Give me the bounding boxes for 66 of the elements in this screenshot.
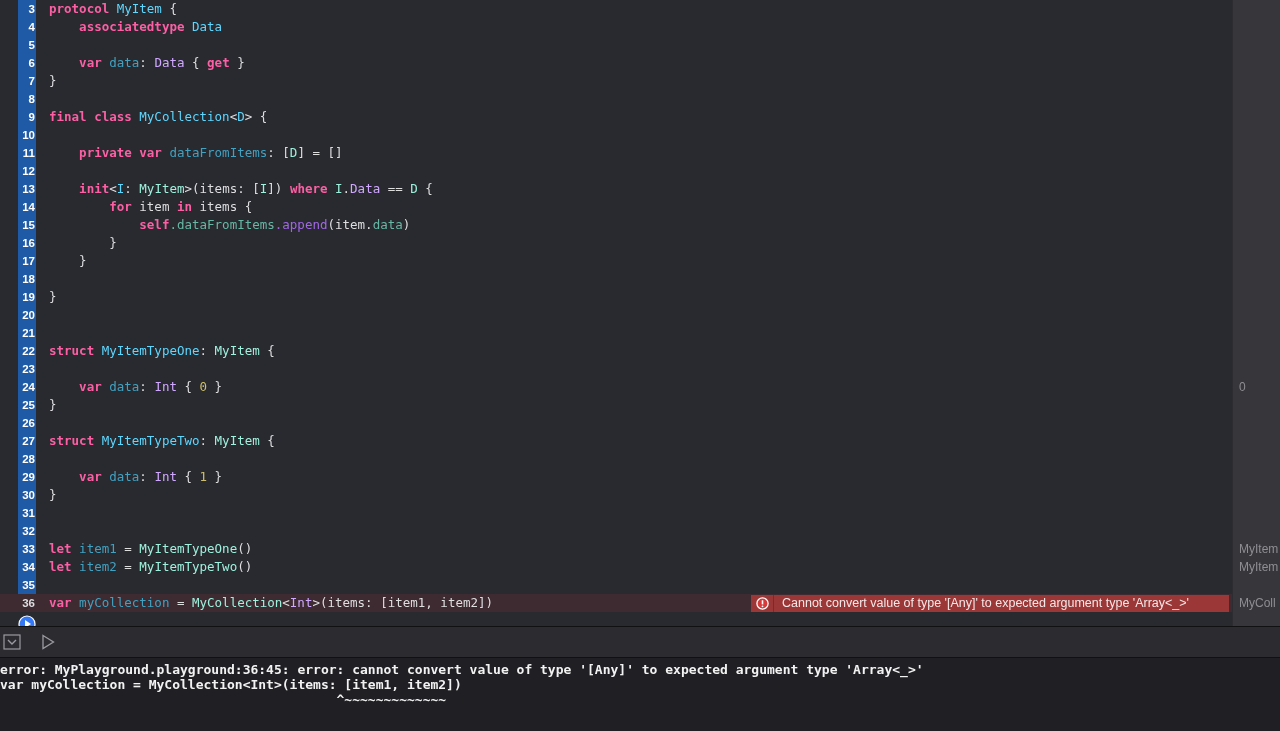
line-number: 9: [18, 108, 36, 126]
result-value: 0: [1238, 379, 1247, 396]
code-line: let item2 = MyItemTypeTwo(): [49, 558, 253, 576]
line-number: 10: [18, 126, 36, 144]
code-line: }: [49, 72, 57, 90]
code-line: private var dataFromItems: [D] = []: [78, 144, 343, 162]
line-number: 18: [18, 270, 36, 288]
console-output-line: var myCollection = MyCollection<Int>(items: [item1, item2]): [0, 677, 463, 692]
code-line: }: [78, 252, 87, 270]
line-number: 29: [18, 468, 36, 486]
line-number: 31: [18, 504, 36, 522]
code-line: let item1 = MyItemTypeOne(): [49, 540, 253, 558]
line-number: 34: [18, 558, 36, 576]
result-value: MyItem: [1238, 559, 1280, 576]
line-number: 33: [18, 540, 36, 558]
code-line: final class MyCollection<D> {: [49, 108, 268, 126]
line-number: 24: [18, 378, 36, 396]
line-number: 11: [18, 144, 36, 162]
line-number: 14: [18, 198, 36, 216]
line-number: 26: [18, 414, 36, 432]
code-line: }: [108, 234, 117, 252]
code-line: }: [49, 288, 57, 306]
line-number: 20: [18, 306, 36, 324]
hide-debug-area-icon[interactable]: [3, 634, 21, 650]
line-number: 3: [18, 0, 36, 18]
line-number: 23: [18, 360, 36, 378]
line-number: 8: [18, 90, 36, 108]
code-line: protocol MyItem {: [49, 0, 177, 18]
line-number: 12: [18, 162, 36, 180]
line-number: 7: [18, 72, 36, 90]
line-number: 36: [21, 596, 36, 611]
code-line: }: [49, 486, 57, 504]
line-number: 19: [18, 288, 36, 306]
line-number: 13: [18, 180, 36, 198]
code-line: associatedtype Data: [78, 18, 223, 36]
code-line: init<I: MyItem>(items: [I]) where I.Data == D {: [78, 180, 433, 198]
line-number: 22: [18, 342, 36, 360]
error-icon: [755, 596, 769, 610]
code-line: for item in items {: [108, 198, 253, 216]
line-number: 35: [18, 576, 36, 594]
line-number: 15: [18, 216, 36, 234]
code-line: struct MyItemTypeTwo: MyItem {: [49, 432, 275, 450]
code-line: var data: Data { get }: [78, 54, 245, 72]
line-number: 17: [18, 252, 36, 270]
error-message: Cannot convert value of type '[Any]' to expected argument type 'Array<_>': [782, 596, 1189, 610]
code-line: var data: Int { 1 }: [78, 468, 223, 486]
console-output-line: ^~~~~~~~~~~~~~: [335, 692, 448, 707]
line-number: 21: [18, 324, 36, 342]
play-icon[interactable]: [41, 634, 55, 650]
result-value: MyItem: [1238, 541, 1280, 558]
code-line: }: [49, 396, 57, 414]
line-number: 4: [18, 18, 36, 36]
line-number: 6: [18, 54, 36, 72]
code-line: var data: Int { 0 }: [78, 378, 223, 396]
code-line: struct MyItemTypeOne: MyItem {: [49, 342, 275, 360]
line-number: 16: [18, 234, 36, 252]
line-number: 25: [18, 396, 36, 414]
code-line: self.dataFromItems.append(item.data): [138, 216, 411, 234]
console-output-line: error: MyPlayground.playground:36:45: error: cannot convert value of type '[Any]' to expected argument type 'Array<_>': [0, 662, 925, 677]
line-number: 28: [18, 450, 36, 468]
result-value: MyColl: [1238, 595, 1277, 612]
code-line: var myCollection = MyCollection<Int>(items: [item1, item2]): [49, 594, 494, 612]
line-number: 30: [18, 486, 36, 504]
line-number: 27: [18, 432, 36, 450]
line-number: 32: [18, 522, 36, 540]
line-number: 5: [18, 36, 36, 54]
